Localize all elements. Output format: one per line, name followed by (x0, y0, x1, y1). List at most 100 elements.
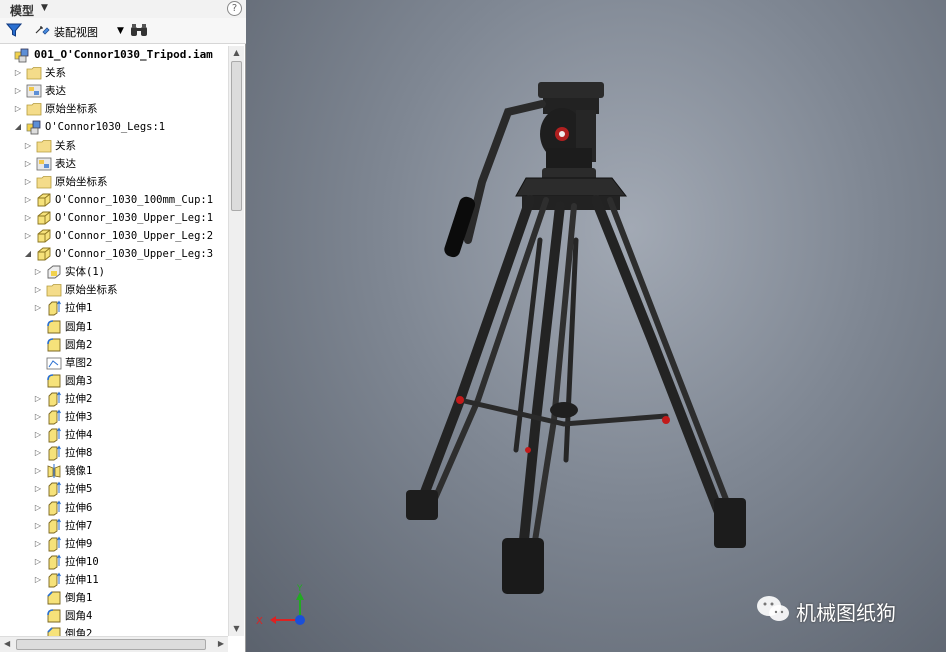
expand-arrow-icon[interactable]: ◢ (24, 245, 32, 263)
collapse-arrow-icon[interactable]: ▷ (24, 155, 32, 173)
collapse-arrow-icon[interactable]: ▷ (14, 82, 22, 100)
collapse-arrow-icon[interactable]: ▷ (34, 444, 42, 462)
tree-item-label: O'Connor_1030_Upper_Leg:2 (55, 230, 214, 242)
collapse-arrow-icon[interactable]: ▷ (34, 426, 42, 444)
coordinate-triad: X Y (256, 584, 305, 627)
scroll-down-arrow-icon[interactable]: ▼ (229, 622, 244, 636)
folder-icon (36, 139, 52, 152)
tree-item-label: O'Connor_1030_Upper_Leg:3 (55, 248, 214, 261)
watermark-text: 机械图纸狗 (796, 601, 896, 625)
collapse-arrow-icon[interactable]: ▷ (34, 480, 42, 498)
assembly-view-icon[interactable] (34, 23, 50, 37)
mirror-icon (47, 464, 61, 479)
tree-item-label: 拉伸2 (65, 392, 93, 405)
collapse-arrow-icon[interactable]: ▷ (34, 299, 42, 317)
fillet-icon (47, 609, 61, 623)
tree-item-label: 实体(1) (65, 266, 105, 279)
scrollbar-thumb[interactable] (16, 639, 206, 650)
folder-icon (36, 175, 52, 189)
wechat-icon (757, 596, 789, 621)
collapse-arrow-icon[interactable]: ▷ (24, 173, 32, 191)
scroll-right-arrow-icon[interactable]: ▶ (218, 639, 224, 648)
collapse-arrow-icon[interactable]: ▷ (34, 553, 42, 571)
binoculars-icon[interactable] (130, 23, 148, 37)
expand-arrow-icon[interactable]: ◢ (14, 118, 22, 136)
tree-item-label: 圆角3 (65, 374, 93, 387)
fillet-icon (47, 319, 61, 333)
tree-item-label: 草图2 (65, 356, 93, 369)
collapse-arrow-icon[interactable]: ▷ (34, 281, 42, 299)
tree-item-label: 001_O'Connor1030_Tripod.iam (34, 48, 213, 61)
collapse-arrow-icon[interactable]: ▷ (34, 535, 42, 553)
tree-item-label: 倒角1 (65, 592, 93, 604)
collapse-arrow-icon[interactable]: ▷ (24, 227, 32, 245)
assembly-icon (14, 48, 29, 63)
tree-item-label: 表达 (45, 85, 66, 98)
tree-item-label: 倒角2 (65, 628, 93, 636)
extrude-icon (48, 427, 61, 443)
extrude-icon (48, 300, 61, 316)
tree-item-label: 圆角2 (65, 338, 93, 351)
graphics-viewport[interactable]: X Y 机械图纸狗 (246, 0, 946, 652)
browser-toolbar: 装配视图 ▼ (0, 18, 246, 44)
folder-icon (46, 284, 62, 297)
chevron-down-icon[interactable]: ▼ (117, 26, 124, 36)
collapse-arrow-icon[interactable]: ▷ (34, 517, 42, 535)
part-icon (37, 193, 51, 207)
representation-icon (36, 157, 52, 170)
collapse-arrow-icon[interactable]: ▷ (34, 263, 42, 281)
collapse-arrow-icon[interactable]: ▷ (34, 462, 42, 480)
collapse-arrow-icon[interactable]: ▷ (24, 191, 32, 209)
part-icon (37, 211, 51, 225)
panel-title[interactable]: 模型 (10, 2, 34, 19)
tree-item-label: 拉伸9 (65, 537, 93, 550)
tree-item-label: 原始坐标系 (45, 103, 98, 116)
tree-item-label: 拉伸4 (65, 429, 93, 442)
extrude-icon (48, 391, 61, 407)
tree-item-label: 拉伸11 (65, 573, 99, 586)
chevron-down-icon[interactable]: ▼ (41, 3, 48, 13)
extrude-icon (48, 445, 61, 461)
tree-item-label: O'Connor1030_Legs:1 (45, 121, 166, 134)
panel-header: 模型 ▼ ? (0, 0, 246, 18)
tree-item-label: 表达 (55, 157, 76, 170)
collapse-arrow-icon[interactable]: ▷ (34, 499, 42, 517)
tripod-legs[interactable] (406, 195, 746, 594)
tree-item-label: 拉伸10 (65, 555, 99, 568)
extrude-icon (48, 409, 61, 425)
tree-item-label: 原始坐标系 (55, 175, 108, 188)
collapse-arrow-icon[interactable]: ▷ (34, 408, 42, 426)
filter-icon[interactable] (6, 22, 22, 38)
model-browser-panel: 模型 ▼ ? 装配视图 ▼ 001_O'Connor1030_Tripod.ia… (0, 0, 246, 652)
extrude-icon (48, 518, 61, 534)
tree-item-label: 圆角4 (65, 610, 93, 623)
scrollbar-thumb[interactable] (231, 61, 242, 211)
scroll-up-arrow-icon[interactable]: ▲ (229, 46, 244, 60)
horizontal-scrollbar[interactable]: ◀ ▶ (0, 636, 228, 652)
tree-item-label: 拉伸8 (65, 447, 93, 460)
tree-item-label: 关系 (45, 67, 66, 80)
collapse-arrow-icon[interactable]: ▷ (24, 137, 32, 155)
part-icon (37, 229, 51, 243)
scroll-left-arrow-icon[interactable]: ◀ (4, 639, 10, 648)
collapse-arrow-icon[interactable]: ▷ (14, 100, 22, 118)
collapse-arrow-icon[interactable]: ▷ (14, 64, 22, 82)
chamfer-icon (47, 627, 61, 636)
collapse-arrow-icon[interactable]: ▷ (34, 390, 42, 408)
fillet-icon (47, 337, 61, 352)
assembly-view-dropdown[interactable]: 装配视图 (54, 24, 98, 40)
model-tree: 001_O'Connor1030_Tripod.iam ▷ 关系 ▷ 表达 ▷ 原始坐标系 ◢… (0, 46, 228, 636)
collapse-arrow-icon[interactable]: ▷ (24, 209, 32, 227)
tree-item-label: 镜像1 (65, 465, 93, 478)
help-icon[interactable]: ? (227, 1, 242, 16)
tripod-3d-model[interactable] (246, 0, 946, 652)
part-icon (37, 247, 51, 261)
sketch-icon (46, 357, 62, 370)
solid-body-icon (47, 265, 61, 279)
tree-item-label: 圆角1 (65, 320, 93, 333)
vertical-scrollbar[interactable]: ▲ ▼ (228, 46, 244, 636)
collapse-arrow-icon[interactable]: ▷ (34, 571, 42, 589)
representation-icon (26, 84, 42, 98)
tree-item-label: 拉伸5 (65, 483, 93, 496)
tree-item-label: 原始坐标系 (65, 284, 118, 297)
